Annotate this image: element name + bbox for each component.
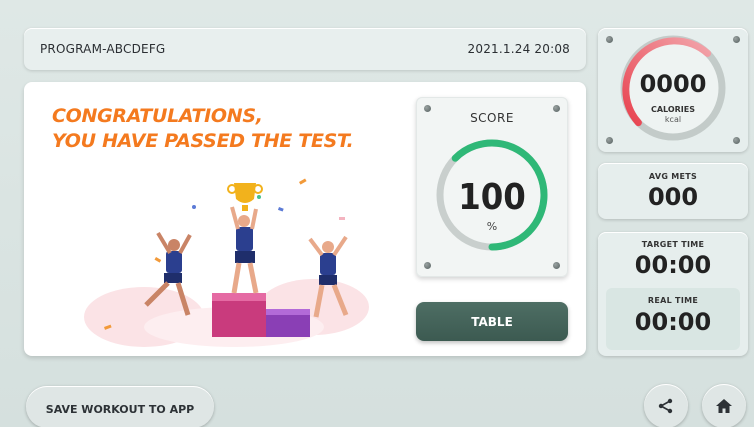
screw-icon xyxy=(733,137,740,144)
score-value: 100 xyxy=(458,177,526,218)
save-workout-label: SAVE WORKOUT TO APP xyxy=(45,402,195,416)
calories-label: CALORIES xyxy=(650,105,696,114)
table-button[interactable]: TABLE xyxy=(416,302,568,341)
congrats-line-1: CONGRATULATIONS, xyxy=(52,105,263,127)
target-time-label: TARGET TIME xyxy=(641,240,705,249)
share-button[interactable] xyxy=(644,384,688,427)
share-icon xyxy=(658,398,673,414)
calories-value: 0000 xyxy=(639,70,707,98)
congrats-line-2: YOU HAVE PASSED THE TEST. xyxy=(52,130,354,152)
home-icon xyxy=(716,399,732,413)
save-workout-button[interactable]: SAVE WORKOUT TO APP xyxy=(26,386,214,427)
calories-card: 0000 CALORIES kcal xyxy=(598,28,748,152)
score-unit: % xyxy=(486,220,498,233)
score-panel: SCORE 100 % xyxy=(416,97,568,277)
avg-mets-label: AVG METS xyxy=(648,172,698,181)
real-time-value: 00:00 xyxy=(634,308,712,336)
real-time-label: REAL TIME xyxy=(647,296,699,305)
home-button[interactable] xyxy=(702,384,746,427)
target-time-value: 00:00 xyxy=(634,251,712,279)
date-time: 2021.1.24 20:08 xyxy=(467,42,570,56)
screw-icon xyxy=(606,137,613,144)
real-time-box: REAL TIME 00:00 xyxy=(606,288,740,350)
screw-icon xyxy=(606,36,613,43)
calories-unit: kcal xyxy=(664,115,682,124)
program-header-bar: PROGRAM-ABCDEFG 2021.1.24 20:08 xyxy=(24,28,586,70)
time-card: TARGET TIME 00:00 REAL TIME 00:00 xyxy=(598,232,748,356)
celebration-illustration xyxy=(84,178,369,347)
avg-mets-card: AVG METS 000 xyxy=(598,163,748,219)
score-label: SCORE xyxy=(470,111,514,125)
congratulations-message: CONGRATULATIONS, YOU HAVE PASSED THE TES… xyxy=(52,104,354,154)
program-name: PROGRAM-ABCDEFG xyxy=(40,42,166,56)
avg-mets-value: 000 xyxy=(647,183,699,211)
screw-icon xyxy=(733,36,740,43)
screw-icon xyxy=(553,262,560,269)
screw-icon xyxy=(424,262,431,269)
